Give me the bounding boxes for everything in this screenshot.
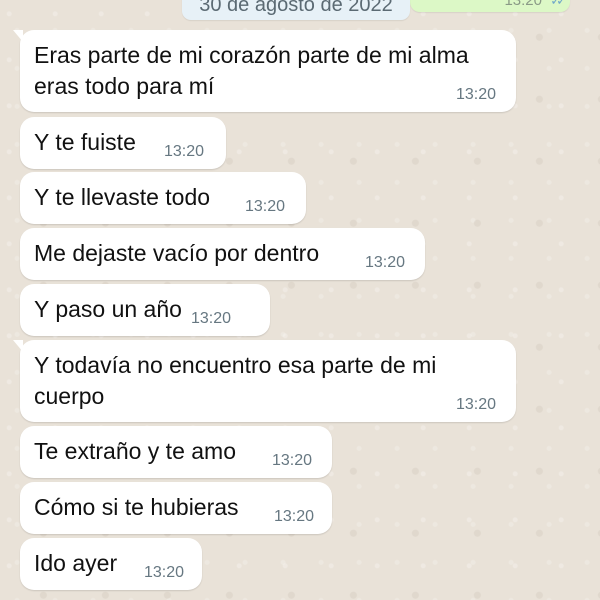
message-time: 13:20 [456,86,497,103]
incoming-message-bubble[interactable]: Ido ayer 13:20 [20,538,202,590]
bubble-tail [13,340,23,352]
incoming-message-bubble[interactable]: Eras parte de mi corazón parte de mi alm… [13,30,516,112]
incoming-message-bubble[interactable]: Y te llevaste todo 13:20 [20,172,306,224]
message-text: Eras parte de mi corazón parte de mi alm… [34,42,469,99]
date-divider: 30 de agosto de 2022 [182,0,410,20]
message-time: 13:20 [365,254,406,271]
message-time: 13:20 [245,198,286,215]
incoming-message-bubble[interactable]: Y todavía no encuentro esa parte de mi c… [13,340,516,422]
message-time: 13:20 [456,396,497,413]
outgoing-message-bubble[interactable]: 13:20 ✓✓ [410,0,570,12]
message-text: Y paso un año [34,296,182,322]
incoming-message-bubble[interactable]: Cómo si te hubieras 13:20 [20,482,332,534]
message-time: 13:20 [272,452,313,469]
message-text: Te extraño y te amo [34,438,236,464]
message-text: Cómo si te hubieras [34,494,239,520]
double-check-icon: ✓✓ [550,0,567,8]
message-text: Ido ayer [34,550,118,576]
chat-conversation[interactable]: 13:20 ✓✓ 30 de agosto de 2022 Eras parte… [0,0,600,600]
message-text: Y te llevaste todo [34,184,211,210]
message-time: 13:20 [144,564,185,581]
bubble-tail [13,30,23,42]
message-text: Me dejaste vacío por dentro [34,240,320,266]
message-time: 13:20 [191,310,232,327]
message-time: 13:20 [504,0,542,9]
message-time: 13:20 [274,508,315,525]
incoming-message-bubble[interactable]: Y te fuiste 13:20 [20,117,226,169]
incoming-message-bubble[interactable]: Me dejaste vacío por dentro 13:20 [20,228,425,280]
message-text: Y todavía no encuentro esa parte de mi c… [34,352,437,409]
incoming-message-bubble[interactable]: Y paso un año 13:20 [20,284,270,336]
message-text: Y te fuiste [34,129,136,155]
message-time: 13:20 [164,143,205,160]
incoming-message-bubble[interactable]: Te extraño y te amo 13:20 [20,426,332,478]
